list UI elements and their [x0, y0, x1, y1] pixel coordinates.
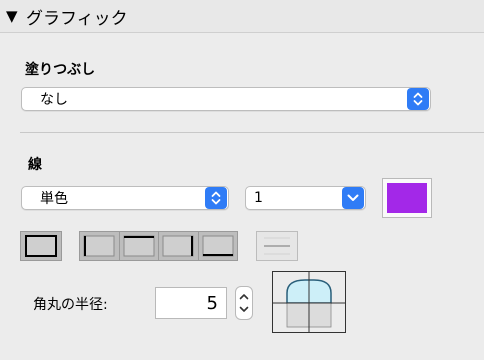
corner-radius-stepper[interactable]: [235, 286, 253, 320]
disclosure-triangle-icon[interactable]: ▼: [6, 7, 22, 25]
corner-radius-label: 角丸の半径:: [33, 297, 108, 313]
border-horizontal-icon: [257, 232, 297, 260]
section-divider: [20, 132, 484, 133]
inspector-section-header[interactable]: ▼ グラフィック: [0, 0, 484, 33]
stroke-label: 線: [28, 157, 42, 173]
fill-popup[interactable]: なし: [21, 87, 431, 111]
border-right-icon: [162, 235, 194, 257]
border-top-button[interactable]: [120, 232, 159, 260]
stroke-type-popup[interactable]: 単色: [21, 186, 229, 210]
border-all-button[interactable]: [20, 231, 62, 261]
fill-popup-value: なし: [40, 92, 68, 108]
border-sides-segmented-control[interactable]: [79, 231, 238, 261]
border-top-right-icon: [123, 235, 155, 257]
section-title: グラフィック: [26, 8, 128, 29]
border-left-top-icon: [83, 235, 115, 257]
border-left-button[interactable]: [80, 232, 120, 260]
stroke-type-value: 単色: [40, 191, 68, 207]
updown-arrows-icon: [407, 88, 429, 110]
stepper-down-icon: [239, 306, 249, 312]
chevron-down-icon: [342, 187, 364, 209]
stroke-color-swatch: [387, 183, 427, 213]
corner-radius-input[interactable]: 5: [155, 287, 227, 319]
border-bottom-icon: [202, 235, 234, 257]
corner-radius-preview: [272, 271, 346, 333]
border-horizontal-button[interactable]: [256, 231, 298, 261]
border-bottom-button[interactable]: [199, 232, 238, 260]
border-right-button[interactable]: [159, 232, 199, 260]
fill-label: 塗りつぶし: [25, 62, 96, 78]
stepper-up-icon: [239, 294, 249, 300]
stroke-color-well[interactable]: [382, 178, 432, 218]
stroke-width-combobox[interactable]: 1: [245, 186, 366, 210]
stroke-width-value: 1: [254, 190, 263, 206]
border-all-icon: [21, 232, 61, 260]
updown-arrows-icon: [205, 187, 227, 209]
